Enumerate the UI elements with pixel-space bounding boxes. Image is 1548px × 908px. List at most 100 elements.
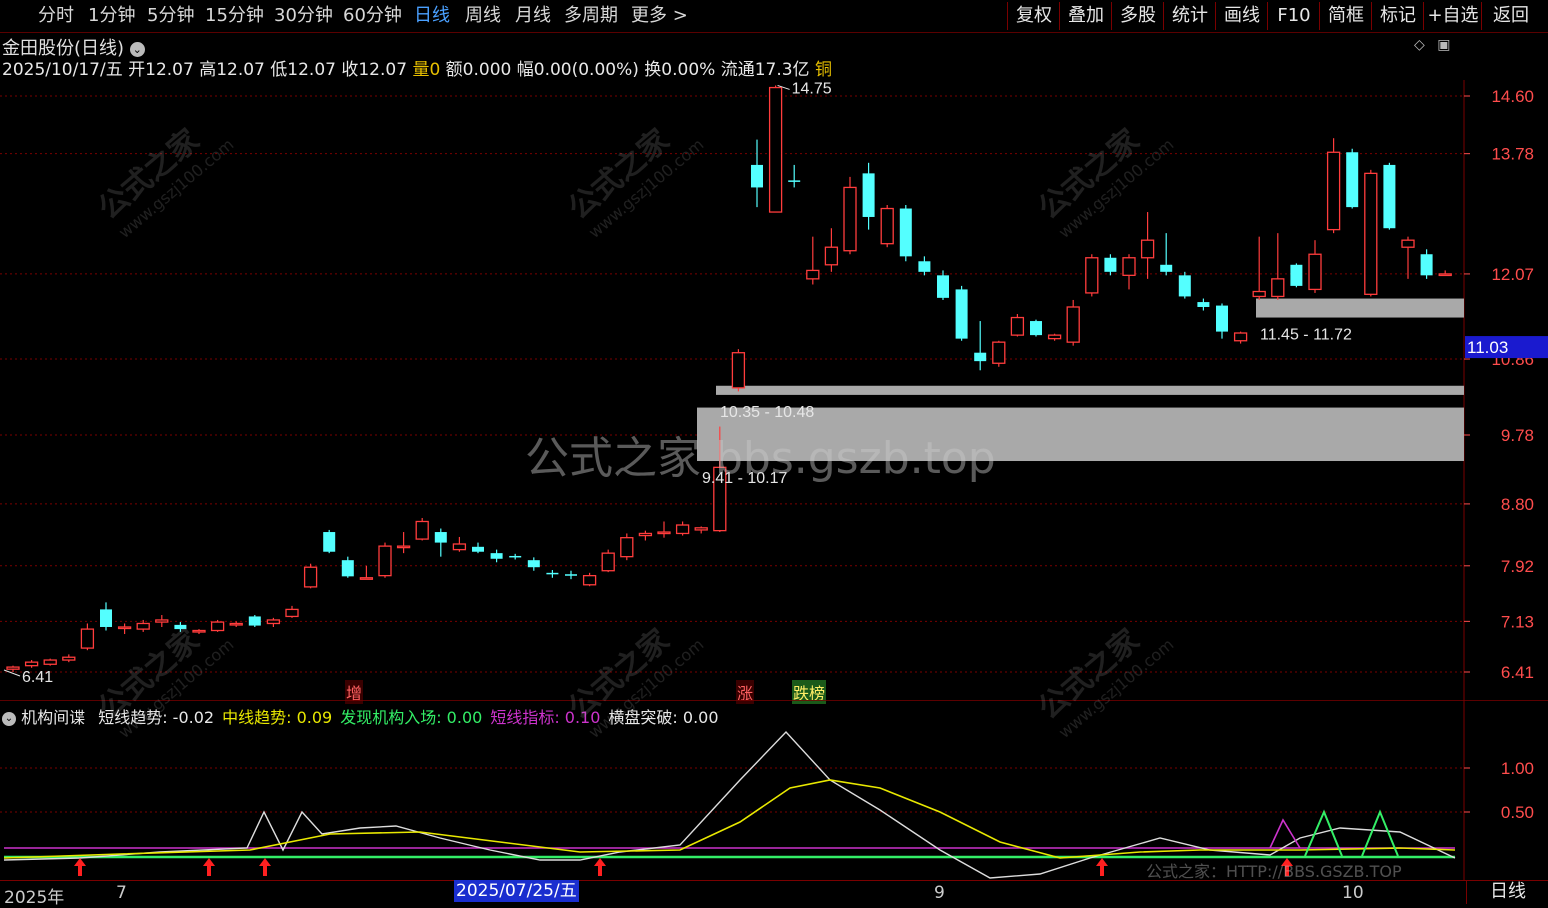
candle-body-up — [601, 552, 615, 572]
button-back[interactable]: 返回 — [1481, 2, 1540, 30]
button-overlay[interactable]: 叠加 — [1059, 2, 1112, 30]
candle-body-up — [266, 619, 281, 625]
price-chart[interactable]: 14.6013.7812.0710.869.788.807.927.136.41… — [0, 80, 1548, 700]
button-multi-stock[interactable]: 多股 — [1111, 2, 1164, 30]
candle-body-up — [117, 626, 132, 630]
period-tab-more[interactable]: 更多 > — [631, 3, 688, 29]
candle-body-up — [1364, 172, 1378, 295]
button-add-watchlist[interactable]: +自选 — [1423, 2, 1482, 30]
candle-body-up — [192, 629, 206, 633]
sector-value[interactable]: 铜 — [815, 60, 832, 80]
amount-label: 额 — [445, 60, 463, 80]
candle-body-up — [694, 527, 708, 531]
price-tick-label: 8.80 — [1501, 495, 1534, 514]
button-simple-frame[interactable]: 简框 — [1319, 2, 1372, 30]
price-tick-label: 9.78 — [1501, 426, 1534, 445]
buy-arrow-icon — [74, 858, 86, 876]
button-restore-rights[interactable]: 复权 — [1007, 2, 1060, 30]
price-tick-label: 7.92 — [1501, 557, 1534, 576]
window-icon[interactable]: ▣ — [1437, 37, 1450, 53]
diamond-icon[interactable]: ◇ — [1414, 37, 1425, 53]
candle-body-up — [731, 352, 746, 389]
candle-body-up — [880, 207, 894, 245]
candle-body-up — [1122, 257, 1136, 276]
candle-body-up — [396, 545, 411, 549]
day-period-button[interactable]: 日线 — [1466, 880, 1548, 904]
candle-body-up — [638, 532, 653, 537]
candle-body-up — [359, 577, 374, 580]
period-tab-5min[interactable]: 5分钟 — [147, 3, 194, 29]
selected-date: 2025/07/25/五 — [454, 880, 579, 902]
candle-body-up — [675, 524, 690, 535]
candle-body-up — [229, 622, 243, 626]
candle-body-up — [1010, 316, 1025, 336]
indicator-item-0: 短线趋势: -0.02 — [98, 708, 215, 727]
indicator-tick-label: 1.00 — [1501, 759, 1534, 778]
indicator-name[interactable]: 机构间谍 — [21, 708, 85, 727]
candle-body-down — [472, 546, 484, 552]
button-mark[interactable]: 标记 — [1371, 2, 1424, 30]
low-value: 12.07 — [287, 60, 336, 80]
period-tab-1min[interactable]: 1分钟 — [88, 3, 135, 29]
period-tab-60min[interactable]: 60分钟 — [343, 3, 402, 29]
candle-body-down — [937, 275, 949, 298]
period-tab-multi[interactable]: 多周期 — [564, 3, 618, 29]
candle-body-up — [657, 531, 671, 535]
indicator-axis: 1.00 0.50 — [1464, 759, 1534, 822]
candle-body-down — [751, 164, 763, 188]
price-tick-label: 13.78 — [1491, 145, 1534, 164]
period-tab-week[interactable]: 周线 — [465, 3, 501, 29]
float-value: 17.3亿 — [754, 60, 810, 80]
zone1-label: 10.35 - 10.48 — [720, 404, 814, 421]
candle-body-down — [955, 289, 968, 339]
candle-body-up — [210, 621, 225, 632]
indicator-item-1: 中线趋势: 0.09 — [222, 708, 333, 727]
candle-body-up — [824, 246, 839, 266]
close-label: 收 — [341, 60, 359, 80]
price-tick-label: 7.13 — [1501, 612, 1534, 631]
turnover-label: 换 — [644, 60, 662, 80]
open-label: 开 — [128, 60, 146, 80]
candle-body-down — [1104, 257, 1117, 272]
indicator-dropdown-icon[interactable]: ⌄ — [2, 711, 16, 726]
date-label-jul: 7 — [116, 883, 127, 903]
candle-body-down — [323, 532, 336, 552]
candle-body-up — [285, 608, 299, 618]
volume-value: 0 — [429, 60, 441, 80]
period-tab-day[interactable]: 日线 — [414, 3, 450, 29]
candle-body-down — [490, 553, 503, 559]
candle-body-down — [527, 560, 540, 568]
period-tab-month[interactable]: 月线 — [515, 3, 551, 29]
indicator-item-3: 短线指标: 0.10 — [490, 708, 601, 727]
button-draw-line[interactable]: 画线 — [1215, 2, 1268, 30]
range-label: 幅 — [516, 60, 534, 80]
zone-10.35-10.48 — [716, 385, 1464, 395]
candles — [6, 85, 1452, 672]
candle-body-down — [341, 560, 354, 577]
button-f10[interactable]: F10 — [1267, 2, 1320, 30]
candle-body-down — [1160, 264, 1173, 272]
indicator-title: ⌄ 机构间谍 短线趋势: -0.02 中线趋势: 0.09 发现机构入场: 0.00… — [2, 704, 719, 728]
period-tab-30min[interactable]: 30分钟 — [274, 3, 333, 29]
indicator-item-2: 发现机构入场: 0.00 — [340, 708, 483, 727]
min-price-pointer — [3, 669, 21, 677]
button-statistics[interactable]: 统计 — [1163, 2, 1216, 30]
period-tab-timeshare[interactable]: 分时 — [38, 3, 74, 29]
candle-body-up — [6, 666, 20, 670]
candle-body-up — [303, 566, 318, 588]
candle-body-up — [136, 622, 150, 630]
zone3-label: 11.45 - 11.72 — [1260, 327, 1352, 344]
candle-body-up — [1326, 151, 1341, 231]
candle-body-down — [1346, 152, 1359, 208]
candle-body-up — [415, 520, 429, 540]
buy-arrow-icon — [594, 858, 606, 876]
candle-body-up — [155, 619, 169, 623]
candle-body-down — [1178, 275, 1191, 297]
candle-body-up — [992, 341, 1006, 364]
breakout-triangle — [1269, 818, 1301, 849]
candle-body-down — [899, 208, 912, 257]
period-tab-15min[interactable]: 15分钟 — [205, 3, 264, 29]
float-label: 流通 — [720, 60, 755, 80]
candle-body-up — [1271, 278, 1285, 298]
open-value: 12.07 — [145, 60, 194, 80]
